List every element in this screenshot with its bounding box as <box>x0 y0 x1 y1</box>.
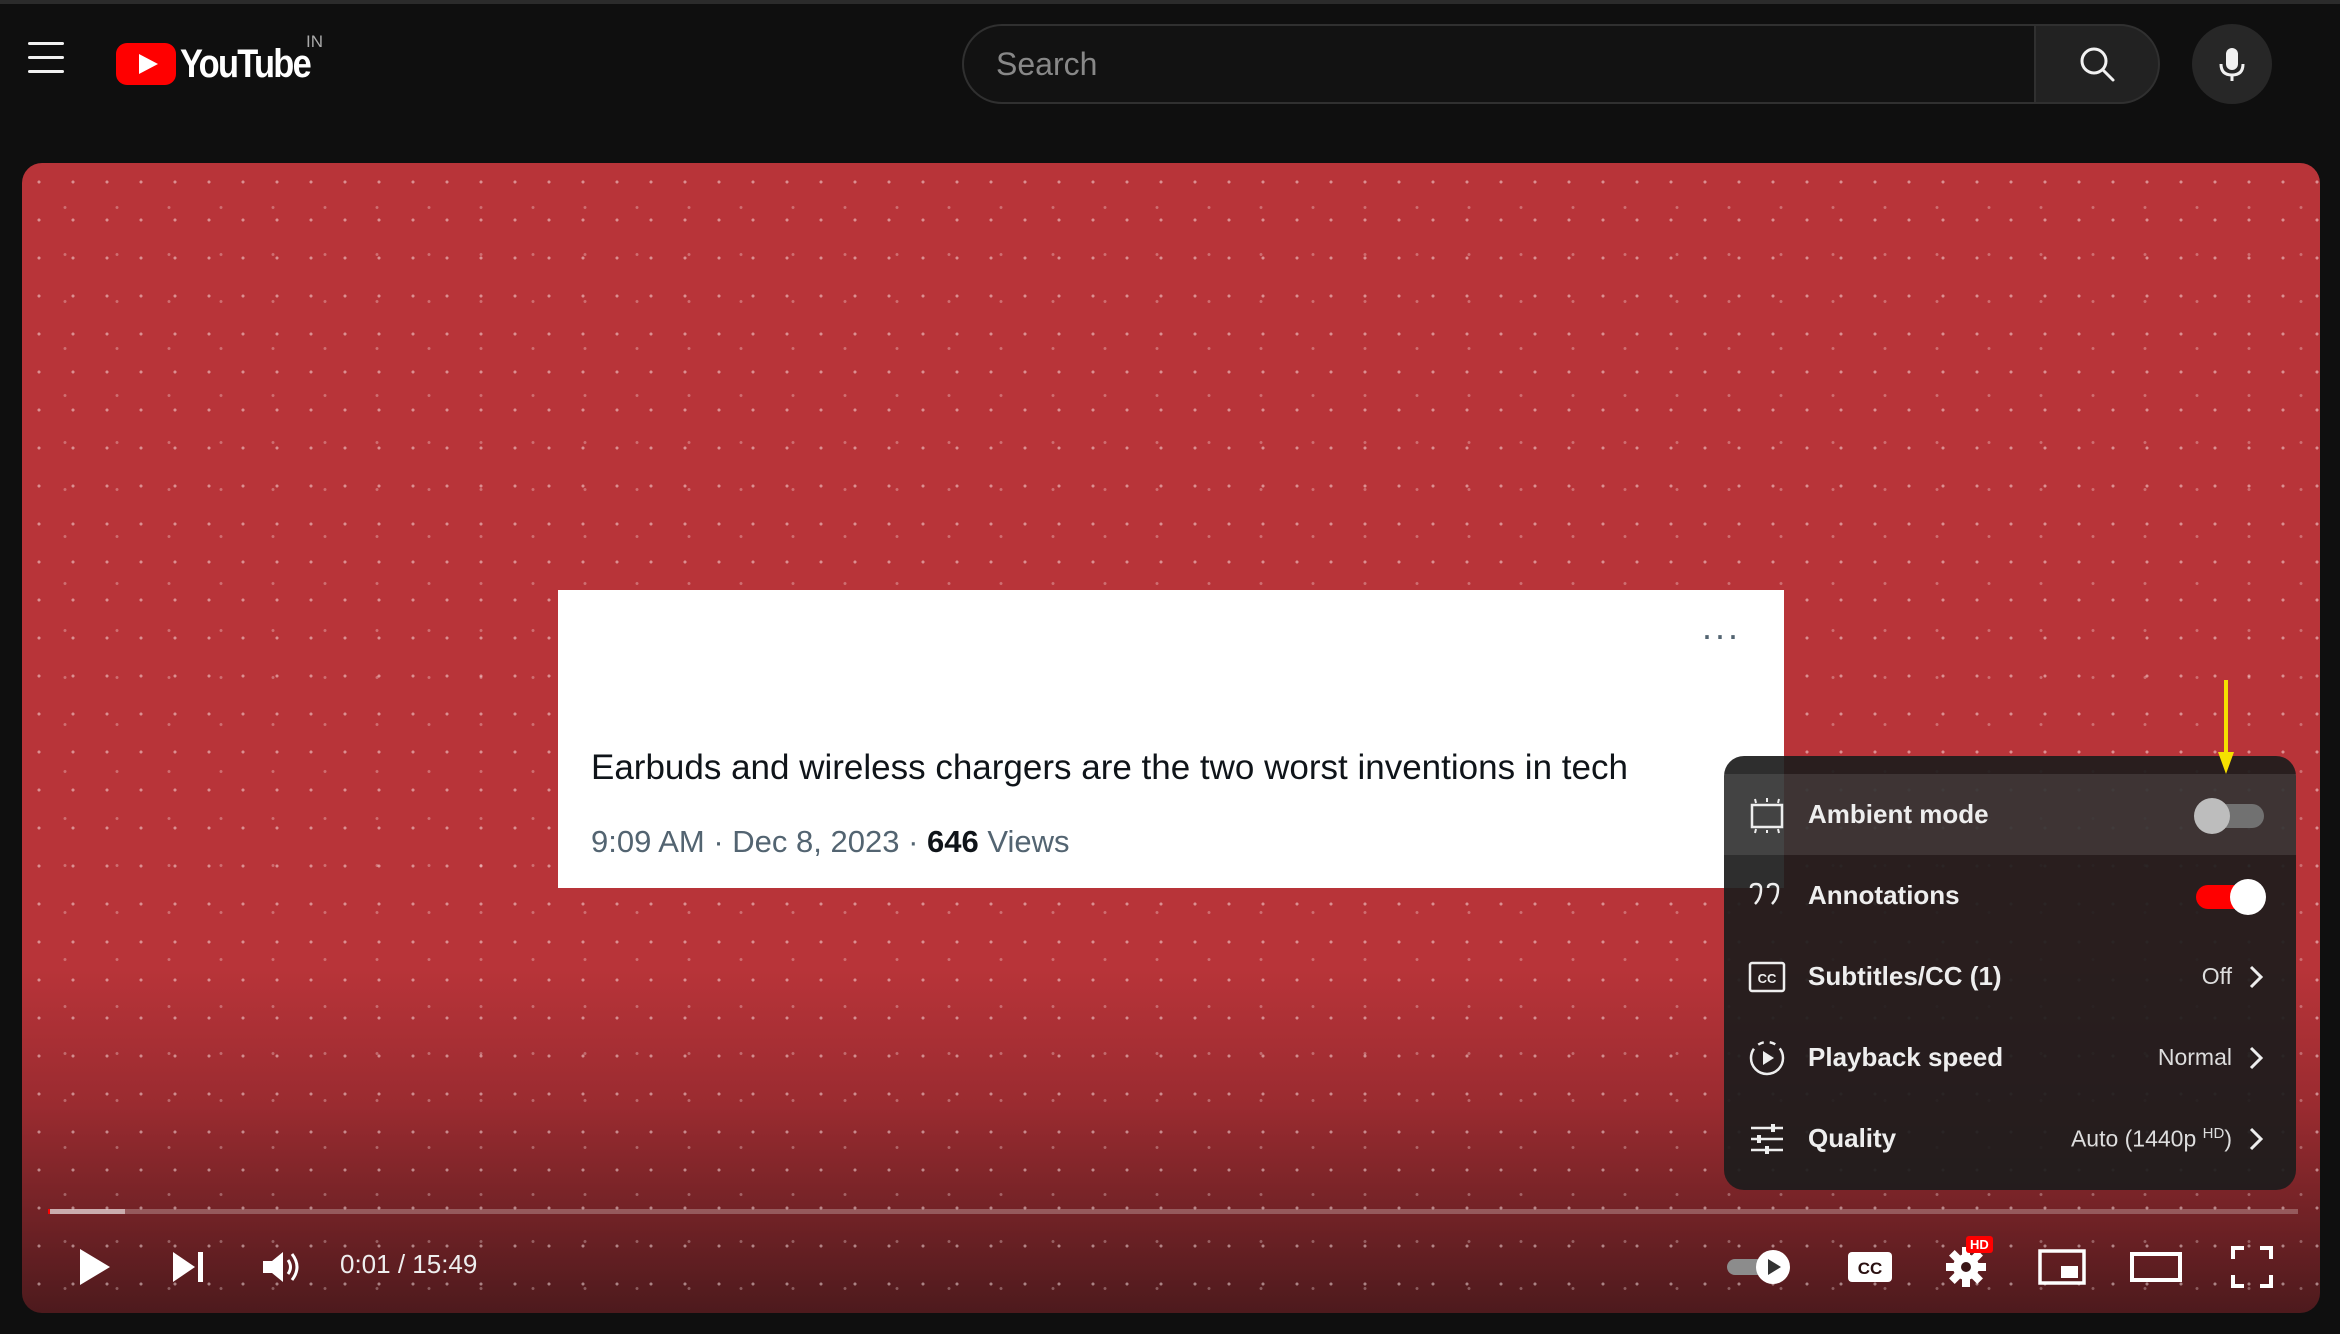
playback-speed-value: Normal <box>2157 1044 2232 1070</box>
voice-search-button[interactable] <box>2192 24 2272 104</box>
settings-menu: Ambient mode Annotations CC Subtitles/CC… <box>1724 756 2296 1190</box>
volume-icon <box>263 1252 299 1282</box>
tweet-views-count: 646 <box>927 824 979 859</box>
theater-mode-icon <box>2130 1252 2182 1282</box>
fullscreen-icon <box>2231 1246 2273 1288</box>
quality-icon <box>1746 1118 1788 1160</box>
more-options-icon: ··· <box>1701 614 1740 655</box>
quality-value-close: ) <box>2224 1125 2232 1152</box>
theater-mode-button[interactable] <box>2124 1234 2188 1300</box>
top-bar: YouTube IN <box>0 0 2340 120</box>
skip-next-icon <box>173 1252 203 1282</box>
fullscreen-button[interactable] <box>2222 1234 2282 1300</box>
play-button[interactable] <box>70 1234 120 1300</box>
subtitles-button[interactable]: CC <box>1840 1234 1900 1300</box>
time-display: 0:01 / 15:49 <box>340 1249 478 1279</box>
quality-value: Auto (1440p HD) <box>2071 1125 2232 1153</box>
settings-item-label: Ambient mode <box>1808 799 1989 829</box>
tweet-text: Earbuds and wireless chargers are the tw… <box>591 748 1628 787</box>
microphone-icon <box>2219 48 2245 81</box>
annotations-toggle[interactable] <box>2194 878 2266 915</box>
ambient-mode-toggle[interactable] <box>2194 797 2266 834</box>
search-bar <box>962 24 2160 104</box>
tweet-timestamp: 9:09 AM · Dec 8, 2023 · <box>591 824 928 859</box>
settings-item-label: Annotations <box>1808 880 1960 910</box>
search-input[interactable] <box>962 24 2034 104</box>
cc-icon: CC <box>1848 1252 1892 1282</box>
search-button[interactable] <box>2034 24 2160 104</box>
chevron-right-icon <box>2249 965 2264 988</box>
player-controls: 0:01 / 15:49 CC HD <box>22 1234 2320 1300</box>
miniplayer-button[interactable] <box>2032 1234 2092 1300</box>
settings-item-annotations[interactable]: Annotations <box>1724 855 2296 936</box>
settings-item-label: Quality <box>1808 1123 1897 1153</box>
progress-played <box>48 1209 51 1214</box>
tweet-views-label: Views <box>978 824 1070 859</box>
play-icon <box>80 1249 110 1285</box>
annotation-arrow-icon <box>2218 680 2234 774</box>
annotations-icon <box>1746 875 1788 917</box>
region-code: IN <box>306 32 323 51</box>
settings-item-ambient-mode[interactable]: Ambient mode <box>1724 774 2296 855</box>
quality-hd-sup: HD <box>2202 1124 2225 1142</box>
cc-button-label: CC <box>1858 1259 1883 1278</box>
playback-speed-icon <box>1746 1037 1788 1079</box>
autoplay-toggle[interactable] <box>1722 1234 1796 1300</box>
miniplayer-icon <box>2038 1249 2086 1285</box>
tweet-card: ··· Earbuds and wireless chargers are th… <box>558 590 1784 888</box>
search-icon <box>2080 47 2115 82</box>
subtitles-value: Off <box>2201 963 2232 989</box>
youtube-logo[interactable]: YouTube IN <box>116 32 331 94</box>
progress-loaded <box>48 1209 125 1214</box>
tweet-meta: 9:09 AM · Dec 8, 2023 · 646 Views <box>591 824 1070 860</box>
youtube-play-logo-icon <box>116 43 176 85</box>
ambient-icon <box>1746 794 1788 836</box>
progress-bar[interactable] <box>48 1209 2298 1214</box>
settings-item-quality[interactable]: Quality Auto (1440p HD) <box>1724 1098 2296 1179</box>
autoplay-icon <box>1727 1250 1790 1284</box>
settings-item-playback-speed[interactable]: Playback speed Normal <box>1724 1017 2296 1098</box>
chevron-right-icon <box>2249 1046 2264 1069</box>
hamburger-menu-icon[interactable] <box>22 42 70 82</box>
settings-button[interactable]: HD <box>1936 1234 1996 1300</box>
mute-button[interactable] <box>258 1234 308 1300</box>
hd-badge: HD <box>1966 1236 1993 1253</box>
next-video-button[interactable] <box>164 1234 214 1300</box>
chevron-right-icon <box>2249 1127 2264 1150</box>
quality-value-text: Auto (1440p <box>2070 1125 2197 1152</box>
settings-item-subtitles[interactable]: CC Subtitles/CC (1) Off <box>1724 936 2296 1017</box>
settings-item-label: Subtitles/CC (1) <box>1808 961 2002 991</box>
logo-text: YouTube <box>180 41 312 86</box>
cc-icon: CC <box>1746 956 1788 998</box>
svg-text:CC: CC <box>1758 971 1777 986</box>
settings-item-label: Playback speed <box>1808 1042 2004 1072</box>
